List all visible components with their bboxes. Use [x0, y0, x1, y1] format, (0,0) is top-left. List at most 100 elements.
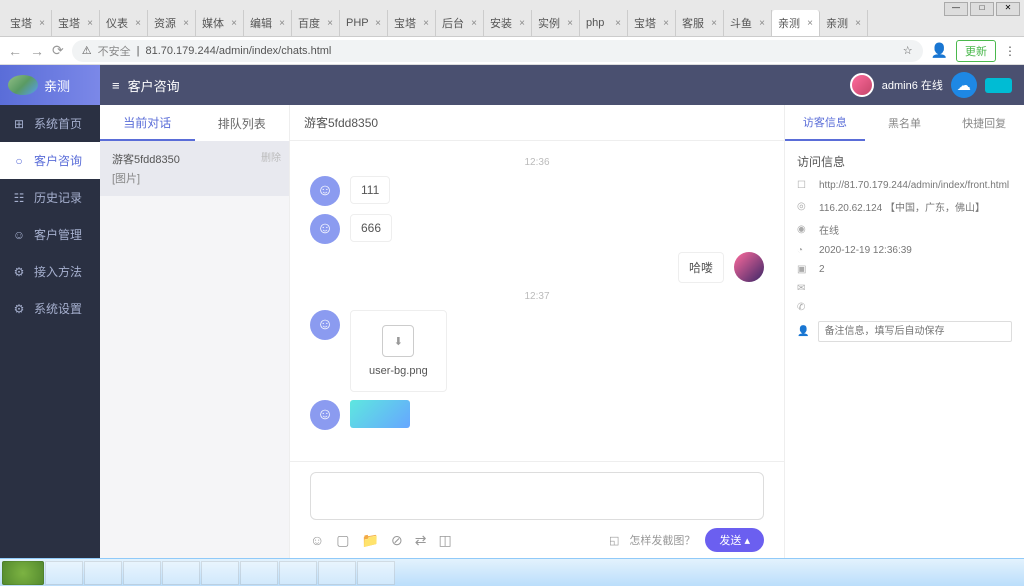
- browser-tab[interactable]: 客服×: [676, 10, 724, 36]
- close-icon[interactable]: ×: [39, 18, 45, 29]
- taskbar-item[interactable]: [318, 561, 356, 585]
- remark-input[interactable]: [818, 321, 1012, 342]
- conversation-item[interactable]: 游客5fdd8350 [图片] 删除: [100, 141, 289, 196]
- url-input[interactable]: ⚠ 不安全 | 81.70.179.244/admin/index/chats.…: [72, 40, 923, 62]
- send-button[interactable]: 发送 ▴: [705, 528, 764, 552]
- close-icon[interactable]: ×: [759, 18, 765, 29]
- tab-queue[interactable]: 排队列表: [195, 105, 290, 141]
- close-icon[interactable]: ×: [279, 18, 285, 29]
- browser-tab[interactable]: 宝塔×: [628, 10, 676, 36]
- close-icon[interactable]: ×: [519, 18, 525, 29]
- tab-blacklist[interactable]: 黑名单: [865, 105, 945, 141]
- close-icon[interactable]: ×: [615, 18, 621, 29]
- logo[interactable]: 亲测: [0, 65, 100, 105]
- message-left: ☺ 666: [310, 214, 764, 244]
- close-icon[interactable]: ×: [183, 18, 189, 29]
- taskbar-item[interactable]: [240, 561, 278, 585]
- sidebar-item[interactable]: ⚙接入方法: [0, 253, 100, 290]
- close-button[interactable]: ✕: [996, 2, 1020, 16]
- message-right: 哈喽: [310, 252, 764, 283]
- sidebar-item[interactable]: ○客户咨询: [0, 142, 100, 179]
- crop-icon[interactable]: ◱: [609, 534, 619, 547]
- close-icon[interactable]: ×: [663, 18, 669, 29]
- taskbar-item[interactable]: [123, 561, 161, 585]
- avatar[interactable]: [850, 73, 874, 97]
- close-icon[interactable]: ×: [135, 18, 141, 29]
- visitor-avatar: ☺: [310, 214, 340, 244]
- taskbar-item[interactable]: [279, 561, 317, 585]
- browser-tab[interactable]: 百度×: [292, 10, 340, 36]
- browser-tab[interactable]: 宝塔×: [52, 10, 100, 36]
- transfer-icon[interactable]: ⇄: [415, 532, 427, 549]
- close-icon[interactable]: ×: [711, 18, 717, 29]
- image-icon[interactable]: ▢: [336, 532, 349, 549]
- close-icon[interactable]: ×: [423, 18, 429, 29]
- browser-tab[interactable]: php×: [580, 10, 628, 36]
- message-input[interactable]: [310, 472, 764, 520]
- folder-icon[interactable]: 📁: [362, 532, 379, 549]
- message-left: ☺: [310, 400, 764, 430]
- sidebar-item[interactable]: ⊞系统首页: [0, 105, 100, 142]
- sidebar-item[interactable]: ⚙系统设置: [0, 290, 100, 327]
- chat-header: 游客5fdd8350: [290, 105, 784, 141]
- end-icon[interactable]: ◫: [438, 532, 451, 549]
- close-icon[interactable]: ×: [567, 18, 573, 29]
- close-icon[interactable]: ×: [807, 18, 813, 29]
- taskbar-item[interactable]: [201, 561, 239, 585]
- browser-tab[interactable]: 宝塔×: [4, 10, 52, 36]
- browser-tab[interactable]: 媒体×: [196, 10, 244, 36]
- tab-quick-reply[interactable]: 快捷回复: [944, 105, 1024, 141]
- block-icon[interactable]: ⊘: [391, 532, 403, 549]
- screenshot-tip[interactable]: 怎样发截图？: [629, 532, 695, 548]
- phone-icon: ✆: [797, 302, 811, 313]
- browser-tab[interactable]: 斗鱼×: [724, 10, 772, 36]
- reload-button[interactable]: ⟳: [52, 42, 64, 59]
- menu-label: 客户咨询: [34, 152, 82, 169]
- maximize-button[interactable]: □: [970, 2, 994, 16]
- panel-tabs: 访客信息 黑名单 快捷回复: [785, 105, 1024, 141]
- back-button[interactable]: ←: [8, 43, 22, 59]
- minimize-button[interactable]: —: [944, 2, 968, 16]
- taskbar-item[interactable]: [357, 561, 395, 585]
- sidebar-item[interactable]: ☷历史记录: [0, 179, 100, 216]
- close-icon[interactable]: ×: [327, 18, 333, 29]
- location-icon: ◎: [797, 201, 811, 212]
- browser-tab[interactable]: 安装×: [484, 10, 532, 36]
- browser-tab[interactable]: 编辑×: [244, 10, 292, 36]
- browser-tab[interactable]: 实例×: [532, 10, 580, 36]
- delete-button[interactable]: 删除: [261, 149, 281, 164]
- tab-current[interactable]: 当前对话: [100, 105, 195, 141]
- status-pill[interactable]: [985, 78, 1012, 93]
- menu-label: 系统首页: [34, 115, 82, 132]
- browser-tab[interactable]: 后台×: [436, 10, 484, 36]
- taskbar-item[interactable]: [162, 561, 200, 585]
- tab-visitor-info[interactable]: 访客信息: [785, 105, 865, 141]
- profile-icon[interactable]: 👤: [931, 42, 948, 59]
- taskbar-item[interactable]: [45, 561, 83, 585]
- start-button[interactable]: [2, 561, 44, 585]
- browser-tab[interactable]: 亲测×: [772, 10, 820, 36]
- sidebar-item[interactable]: ☺客户管理: [0, 216, 100, 253]
- browser-tab[interactable]: 亲测×: [820, 10, 868, 36]
- file-bubble[interactable]: ⬇ user-bg.png: [350, 310, 447, 392]
- close-icon[interactable]: ×: [855, 18, 861, 29]
- taskbar-item[interactable]: [84, 561, 122, 585]
- menu-icon[interactable]: ⋮: [1004, 44, 1016, 58]
- emoji-icon[interactable]: ☺: [310, 532, 324, 548]
- update-button[interactable]: 更新: [956, 40, 996, 62]
- cloud-icon[interactable]: ☁: [951, 72, 977, 98]
- browser-tab[interactable]: 宝塔×: [388, 10, 436, 36]
- image-bubble[interactable]: [350, 400, 410, 428]
- browser-tab[interactable]: 仪表×: [100, 10, 148, 36]
- menu-toggle-icon[interactable]: ≡: [112, 78, 120, 93]
- bookmark-icon[interactable]: ☆: [903, 44, 913, 57]
- close-icon[interactable]: ×: [375, 18, 381, 29]
- close-icon[interactable]: ×: [87, 18, 93, 29]
- agent-avatar: [734, 252, 764, 282]
- browser-tab[interactable]: PHP×: [340, 10, 388, 36]
- close-icon[interactable]: ×: [471, 18, 477, 29]
- forward-button[interactable]: →: [30, 43, 44, 59]
- close-icon[interactable]: ×: [231, 18, 237, 29]
- browser-tab[interactable]: 资源×: [148, 10, 196, 36]
- mail-icon: ✉: [797, 283, 811, 294]
